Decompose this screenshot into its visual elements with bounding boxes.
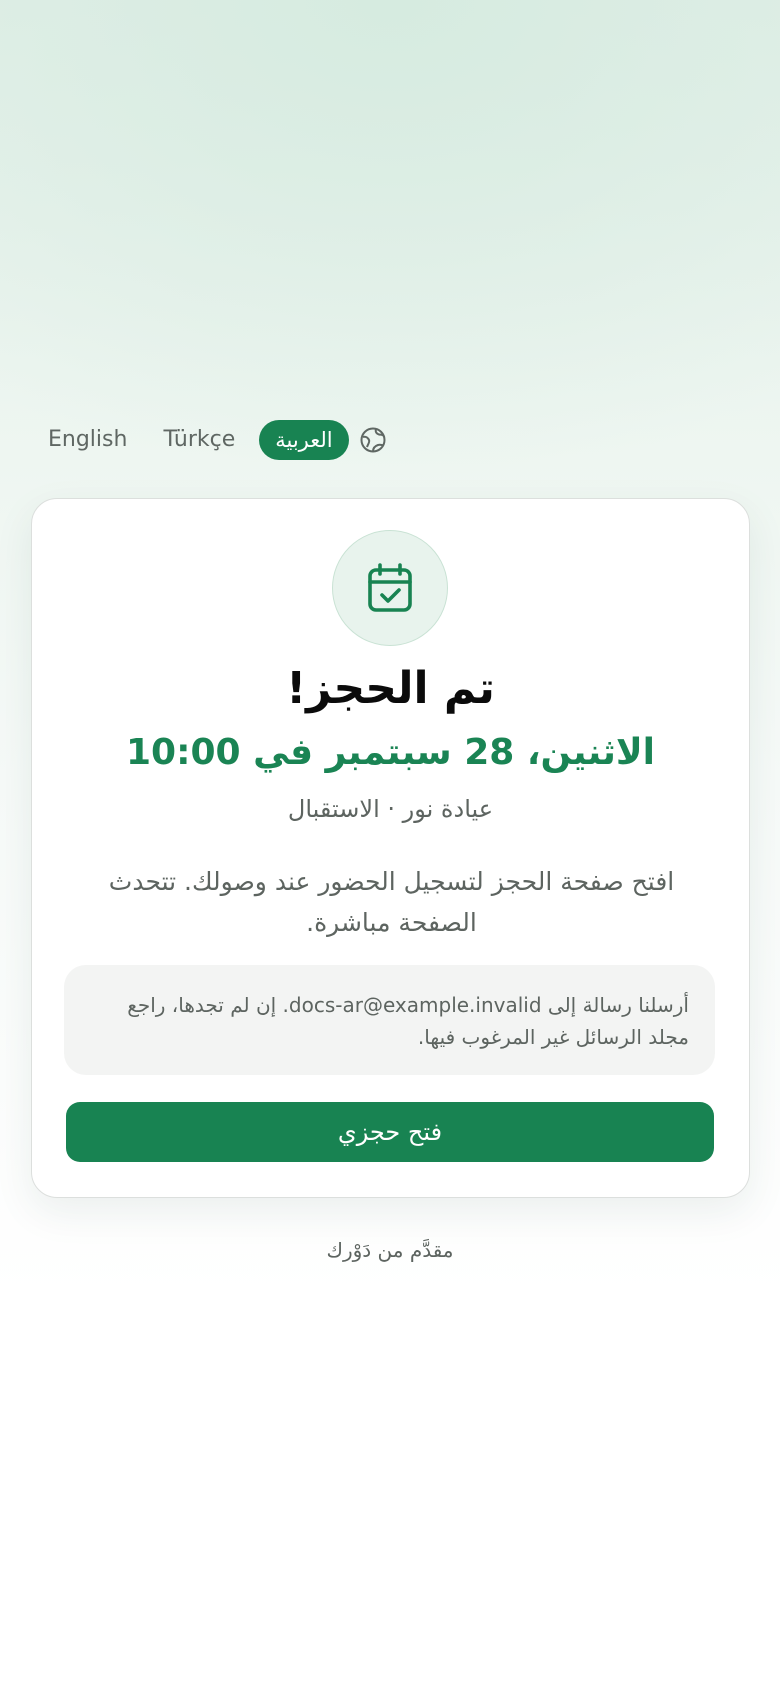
- instructions-text: افتح صفحة الحجز لتسجيل الحضور عند وصولك.…: [108, 867, 675, 937]
- calendar-check-icon: [332, 530, 448, 646]
- lang-option-arabic-selected[interactable]: العربية: [259, 420, 349, 460]
- lang-option-english[interactable]: English: [48, 420, 145, 460]
- lang-option-turkish[interactable]: Türkçe: [145, 420, 253, 460]
- powered-by-footer: مقدَّم من دَوْرك: [326, 1238, 454, 1262]
- appointment-location: عيادة نور · الاستقبال: [287, 795, 494, 823]
- booking-confirmation-card: تم الحجز! الاثنين، 28 سبتمبر في 10:00 عي…: [31, 498, 750, 1198]
- email-notice: أرسلنا رسالة إلى docs-ar@example.invalid…: [64, 965, 715, 1075]
- globe-icon: [359, 426, 387, 454]
- open-booking-button[interactable]: فتح حجزي: [66, 1102, 714, 1162]
- page-title: تم الحجز!: [286, 663, 495, 714]
- language-switcher: English Türkçe العربية: [48, 418, 387, 462]
- appointment-datetime: الاثنين، 28 سبتمبر في 10:00: [126, 732, 655, 773]
